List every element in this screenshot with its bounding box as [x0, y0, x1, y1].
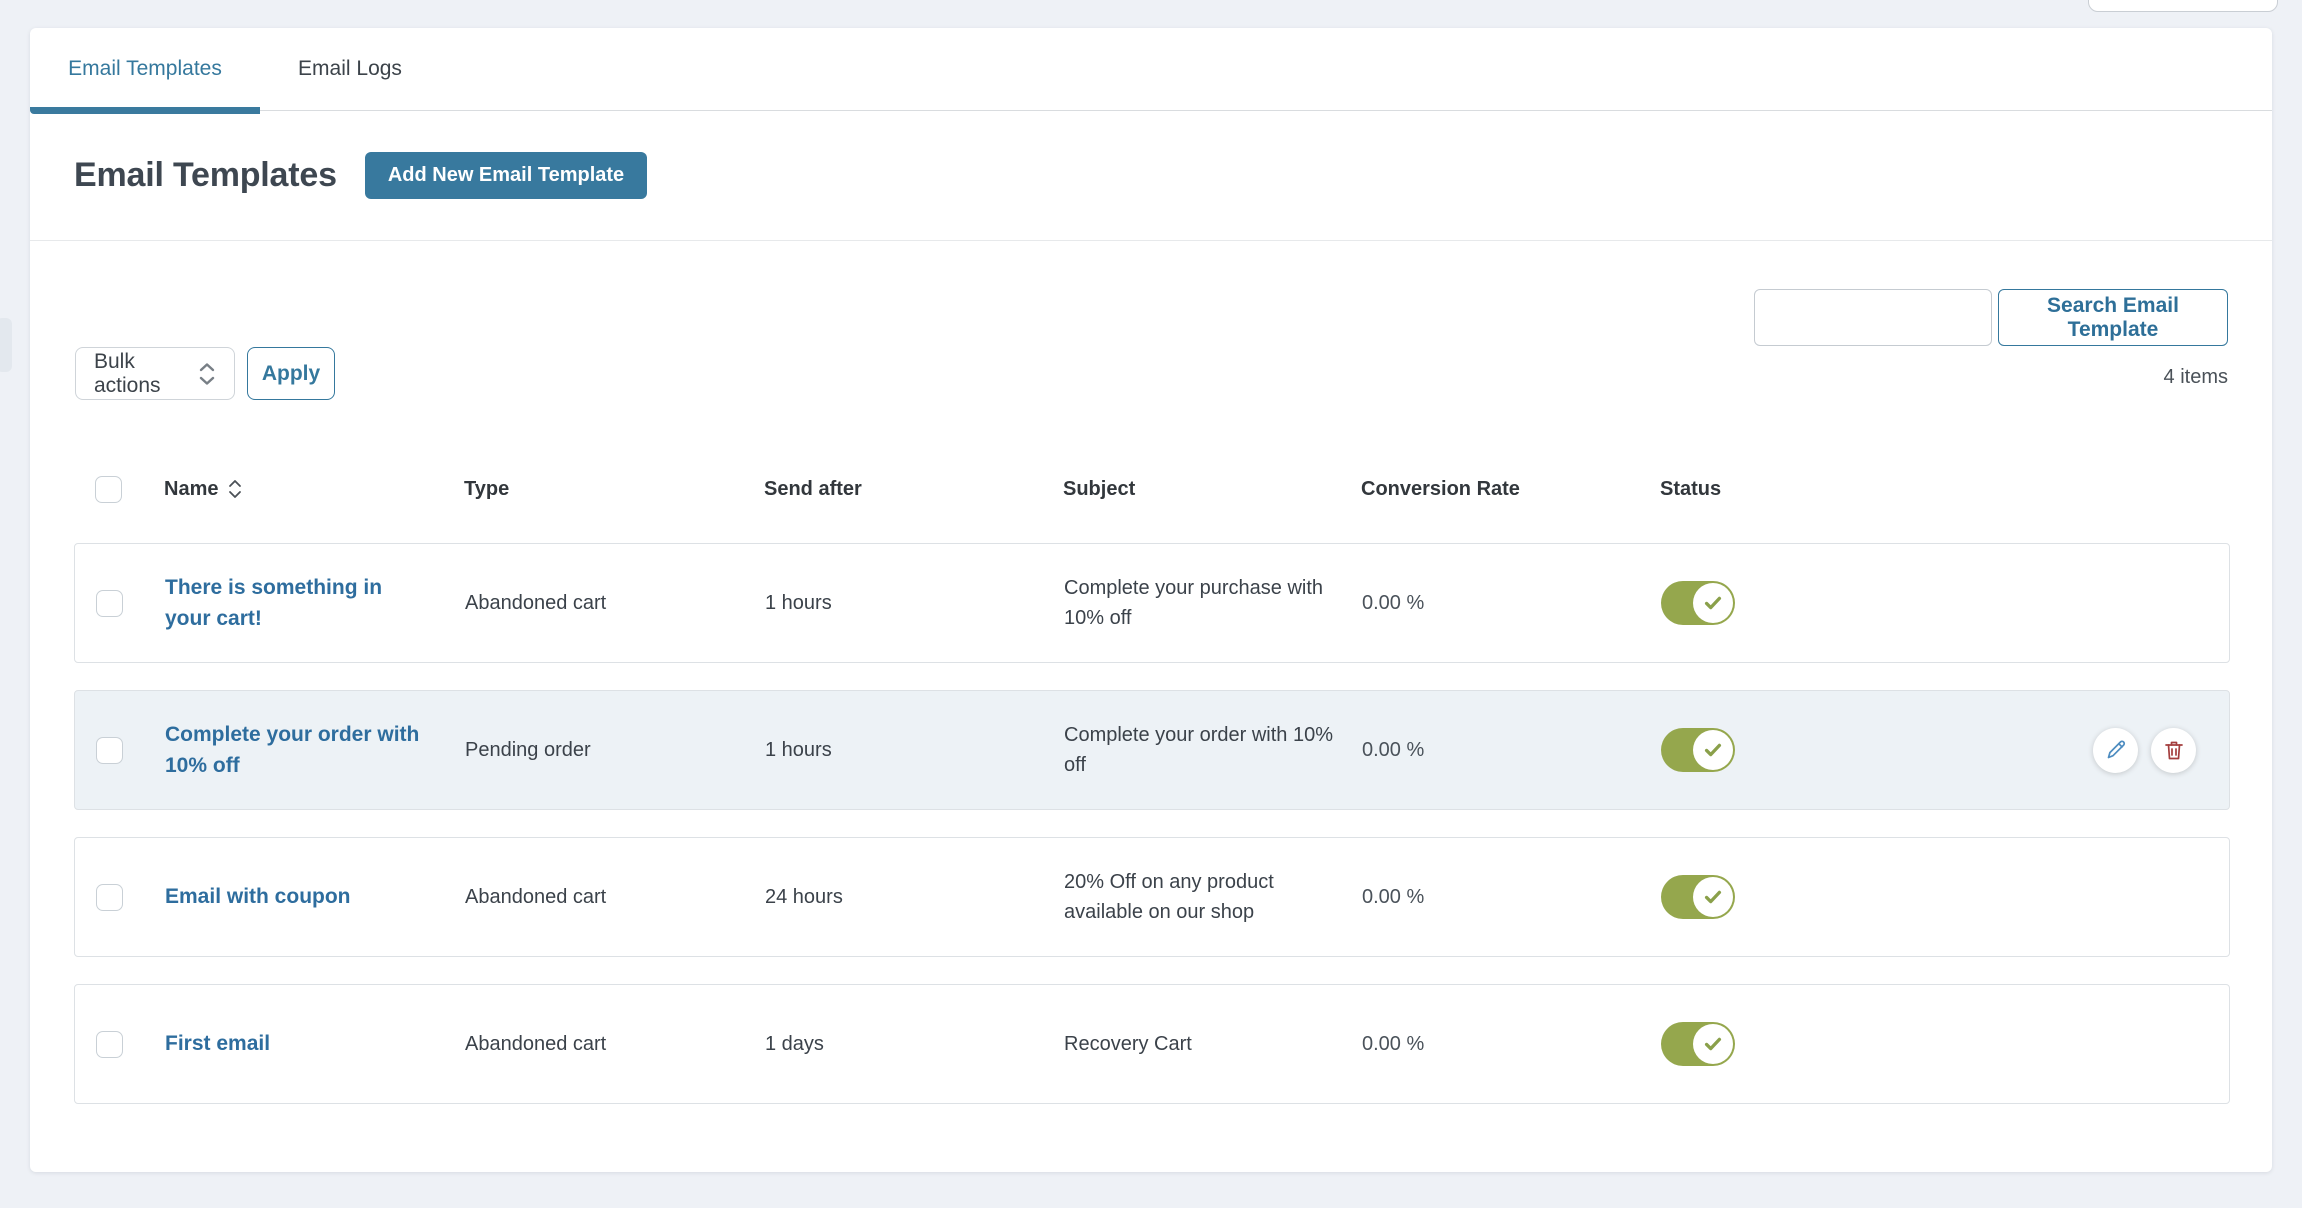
tab-email-logs[interactable]: Email Logs [260, 28, 440, 110]
check-icon [1702, 592, 1724, 614]
column-header-conversion-rate: Conversion Rate [1361, 469, 1520, 509]
page-title: Email Templates [74, 156, 337, 195]
template-send-after: 1 hours [765, 691, 832, 809]
trash-icon [2162, 738, 2186, 762]
collapsed-edge-tab[interactable] [0, 318, 12, 372]
template-subject: Complete your order with 10% off [1064, 691, 1349, 809]
bulk-actions-label: Bulk actions [94, 350, 196, 398]
table-row: Complete your order with 10% off Pending… [74, 690, 2230, 810]
add-new-email-template-button[interactable]: Add New Email Template [365, 152, 647, 199]
title-row: Email Templates Add New Email Template [74, 111, 647, 240]
row-actions [2093, 691, 2196, 809]
template-subject: Complete your purchase with 10% off [1064, 544, 1349, 662]
check-icon [1702, 1033, 1724, 1055]
toggle-knob [1693, 877, 1733, 917]
template-conversion-rate: 0.00 % [1362, 691, 1424, 809]
delete-button[interactable] [2151, 728, 2196, 773]
column-header-status: Status [1660, 469, 1721, 509]
toggle-knob [1693, 730, 1733, 770]
tab-email-logs-label: Email Logs [298, 57, 402, 81]
template-conversion-rate: 0.00 % [1362, 838, 1424, 956]
pencil-icon [2104, 738, 2128, 762]
template-name-link[interactable]: There is something in your cart! [165, 572, 430, 635]
template-conversion-rate: 0.00 % [1362, 985, 1424, 1103]
column-header-name[interactable]: Name [164, 469, 243, 509]
check-icon [1702, 739, 1724, 761]
template-send-after: 1 days [765, 985, 824, 1103]
search-input[interactable] [1754, 289, 1992, 346]
check-icon [1702, 886, 1724, 908]
edit-button[interactable] [2093, 728, 2138, 773]
tab-email-templates[interactable]: Email Templates [30, 28, 260, 110]
status-toggle[interactable] [1661, 875, 1735, 919]
tab-bar: Email Templates Email Logs [30, 28, 2272, 111]
row-checkbox[interactable] [96, 590, 123, 617]
toggle-knob [1693, 1024, 1733, 1064]
status-toggle[interactable] [1661, 728, 1735, 772]
template-name-link[interactable]: Email with coupon [165, 881, 351, 913]
status-toggle[interactable] [1661, 581, 1735, 625]
table-row: First email Abandoned cart 1 days Recove… [74, 984, 2230, 1104]
row-checkbox[interactable] [96, 1031, 123, 1058]
template-name-link[interactable]: Complete your order with 10% off [165, 719, 430, 782]
column-header-send-after: Send after [764, 469, 862, 509]
table-row: There is something in your cart! Abandon… [74, 543, 2230, 663]
table-rows: There is something in your cart! Abandon… [74, 543, 2230, 1131]
bulk-actions-select[interactable]: Bulk actions [75, 347, 235, 400]
template-conversion-rate: 0.00 % [1362, 544, 1424, 662]
template-subject: 20% Off on any product available on our … [1064, 838, 1349, 956]
template-type: Abandoned cart [465, 838, 606, 956]
template-subject: Recovery Cart [1064, 985, 1349, 1103]
template-send-after: 1 hours [765, 544, 832, 662]
column-header-type: Type [464, 469, 509, 509]
template-type: Abandoned cart [465, 544, 606, 662]
main-panel: Email Templates Email Logs Email Templat… [30, 28, 2272, 1172]
template-type: Abandoned cart [465, 985, 606, 1103]
table-header: Name Type Send after Subject Conversion … [74, 469, 2230, 509]
toggle-knob [1693, 583, 1733, 623]
row-checkbox[interactable] [96, 737, 123, 764]
cutoff-top-right-box [2088, 0, 2278, 12]
select-all-checkbox[interactable] [95, 476, 122, 503]
row-checkbox[interactable] [96, 884, 123, 911]
template-type: Pending order [465, 691, 591, 809]
apply-button[interactable]: Apply [247, 347, 335, 400]
template-name-link[interactable]: First email [165, 1028, 270, 1060]
header-divider [30, 240, 2272, 241]
items-count: 4 items [1998, 366, 2228, 389]
status-toggle[interactable] [1661, 1022, 1735, 1066]
chevron-up-down-icon [196, 361, 218, 387]
table-row: Email with coupon Abandoned cart 24 hour… [74, 837, 2230, 957]
tab-email-templates-label: Email Templates [68, 57, 222, 81]
template-send-after: 24 hours [765, 838, 843, 956]
column-header-subject: Subject [1063, 469, 1135, 509]
search-email-template-button[interactable]: Search Email Template [1998, 289, 2228, 346]
sort-icon[interactable] [227, 478, 243, 500]
